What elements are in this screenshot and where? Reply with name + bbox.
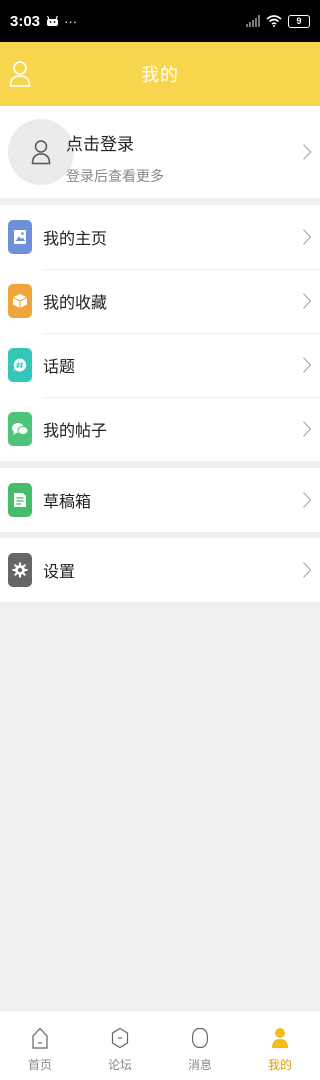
status-notifications: ··· <box>46 14 77 29</box>
chevron-right-icon <box>303 562 312 578</box>
login-subtitle: 登录后查看更多 <box>66 169 164 185</box>
menu-item-label: 我的帖子 <box>43 421 108 440</box>
login-title[interactable]: 点击登录 <box>66 130 134 155</box>
menu-item-homepage[interactable]: 我的主页 <box>0 205 320 269</box>
menu-group-main: 我的主页 我的收藏 话题 我的帖子 <box>0 205 320 461</box>
menu-group-drafts: 草稿箱 <box>0 468 320 532</box>
posts-icon <box>8 412 32 446</box>
chevron-right-icon <box>303 357 312 373</box>
tab-forum[interactable]: 论坛 <box>80 1011 160 1080</box>
battery-indicator: 9 <box>288 14 310 28</box>
tab-home[interactable]: 首页 <box>0 1011 80 1080</box>
chevron-right-icon <box>303 421 312 437</box>
chevron-right-icon <box>303 229 312 245</box>
bottom-tab-bar: 首页 论坛 消息 我的 <box>0 1010 320 1080</box>
user-icon[interactable] <box>9 59 31 89</box>
status-right: 9 <box>246 14 310 28</box>
menu-item-favorites[interactable]: 我的收藏 <box>0 269 320 333</box>
menu-item-label: 我的主页 <box>43 229 108 248</box>
menu-item-label: 草稿箱 <box>43 492 92 511</box>
login-card[interactable]: 点击登录 登录后查看更多 <box>0 106 320 198</box>
home-icon <box>32 1027 48 1049</box>
chevron-right-icon <box>303 492 312 508</box>
message-icon <box>191 1027 209 1049</box>
tab-profile[interactable]: 我的 <box>240 1011 320 1080</box>
signal-icon <box>246 15 260 27</box>
gear-icon <box>8 553 32 587</box>
status-bar: 3:03 ··· 9 <box>0 0 320 42</box>
menu-item-label: 我的收藏 <box>43 293 108 312</box>
avatar-placeholder-icon <box>31 140 51 165</box>
homepage-icon <box>8 220 32 254</box>
topic-icon <box>8 348 32 382</box>
menu-item-label: 话题 <box>43 357 76 376</box>
tab-label: 论坛 <box>107 1058 132 1072</box>
menu-group-settings: 设置 <box>0 538 320 602</box>
tab-label: 首页 <box>27 1058 52 1072</box>
profile-icon <box>272 1028 288 1048</box>
tab-message[interactable]: 消息 <box>160 1011 240 1080</box>
more-notifications-dots: ··· <box>64 13 78 29</box>
chevron-right-icon <box>303 144 312 160</box>
tab-label: 我的 <box>267 1058 292 1072</box>
favorites-icon <box>8 284 32 318</box>
menu-item-topic[interactable]: 话题 <box>0 333 320 397</box>
menu-item-settings[interactable]: 设置 <box>0 538 320 602</box>
avatar[interactable] <box>8 119 74 185</box>
chevron-right-icon <box>303 293 312 309</box>
status-time: 3:03 <box>10 12 41 30</box>
menu-item-drafts[interactable]: 草稿箱 <box>0 468 320 532</box>
page-title: 我的 <box>141 65 179 86</box>
wifi-icon <box>266 15 282 27</box>
tab-label: 消息 <box>187 1058 212 1072</box>
drafts-icon <box>8 483 32 517</box>
top-app-bar: 我的 <box>0 42 320 106</box>
forum-icon <box>111 1027 129 1049</box>
menu-item-posts[interactable]: 我的帖子 <box>0 397 320 461</box>
menu-item-label: 设置 <box>43 562 76 581</box>
android-notification-icon <box>46 15 59 26</box>
